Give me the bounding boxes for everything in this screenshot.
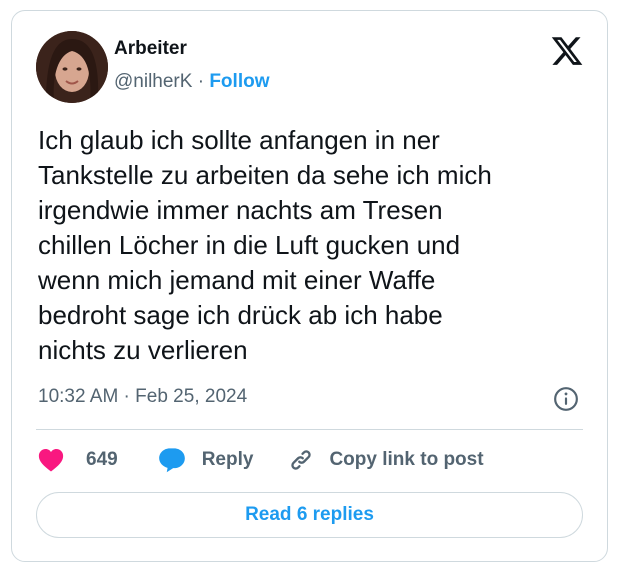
divider	[36, 429, 583, 430]
like-button[interactable]: 649	[38, 448, 118, 472]
copy-link-label: Copy link to post	[329, 449, 484, 470]
like-count: 649	[86, 449, 118, 470]
author-display-name[interactable]: Arbeiter	[114, 38, 187, 60]
avatar[interactable]	[36, 31, 108, 103]
separator-dot: ·	[197, 71, 205, 92]
read-replies-button[interactable]: Read 6 replies	[36, 492, 583, 538]
tweet-text-line: nichts zu verlieren	[38, 335, 248, 365]
reply-label: Reply	[201, 449, 254, 470]
copy-link-button[interactable]: Copy link to post	[287, 446, 484, 474]
action-bar: 649 Reply Copy link to post	[38, 444, 484, 476]
tweet-text-line: wenn mich jemand mit einer Waffe	[38, 265, 436, 295]
tweet-card: Arbeiter @nilherK · Follow Ich glaub ich…	[11, 10, 608, 562]
info-icon[interactable]	[553, 386, 579, 412]
author-handle[interactable]: @nilherK	[114, 71, 192, 92]
tweet-text-line: irgendwie immer nachts am Tresen	[38, 195, 443, 225]
tweet-text-line: Ich glaub ich sollte anfangen in ner	[38, 125, 440, 155]
link-icon	[291, 450, 312, 470]
tweet-text-line: chillen Löcher in die Luft gucken und	[38, 230, 461, 260]
speech-bubble-icon	[158, 448, 185, 473]
tweet-text-line: Tankstelle zu arbeiten da sehe ich mich	[38, 160, 492, 190]
tweet-timestamp[interactable]: 10:32 AM · Feb 25, 2024	[38, 386, 247, 408]
reply-button[interactable]: Reply	[158, 447, 254, 473]
tweet-text-line: bedroht sage ich drück ab ich habe	[38, 300, 443, 330]
author-handle-row: @nilherK · Follow	[114, 71, 269, 93]
avatar-image	[36, 31, 108, 103]
x-logo-icon[interactable]	[550, 34, 584, 68]
follow-button[interactable]: Follow	[209, 71, 269, 92]
tweet-text: Ich glaub ich sollte anfangen in ner Tan…	[38, 123, 578, 368]
heart-icon	[38, 449, 64, 472]
